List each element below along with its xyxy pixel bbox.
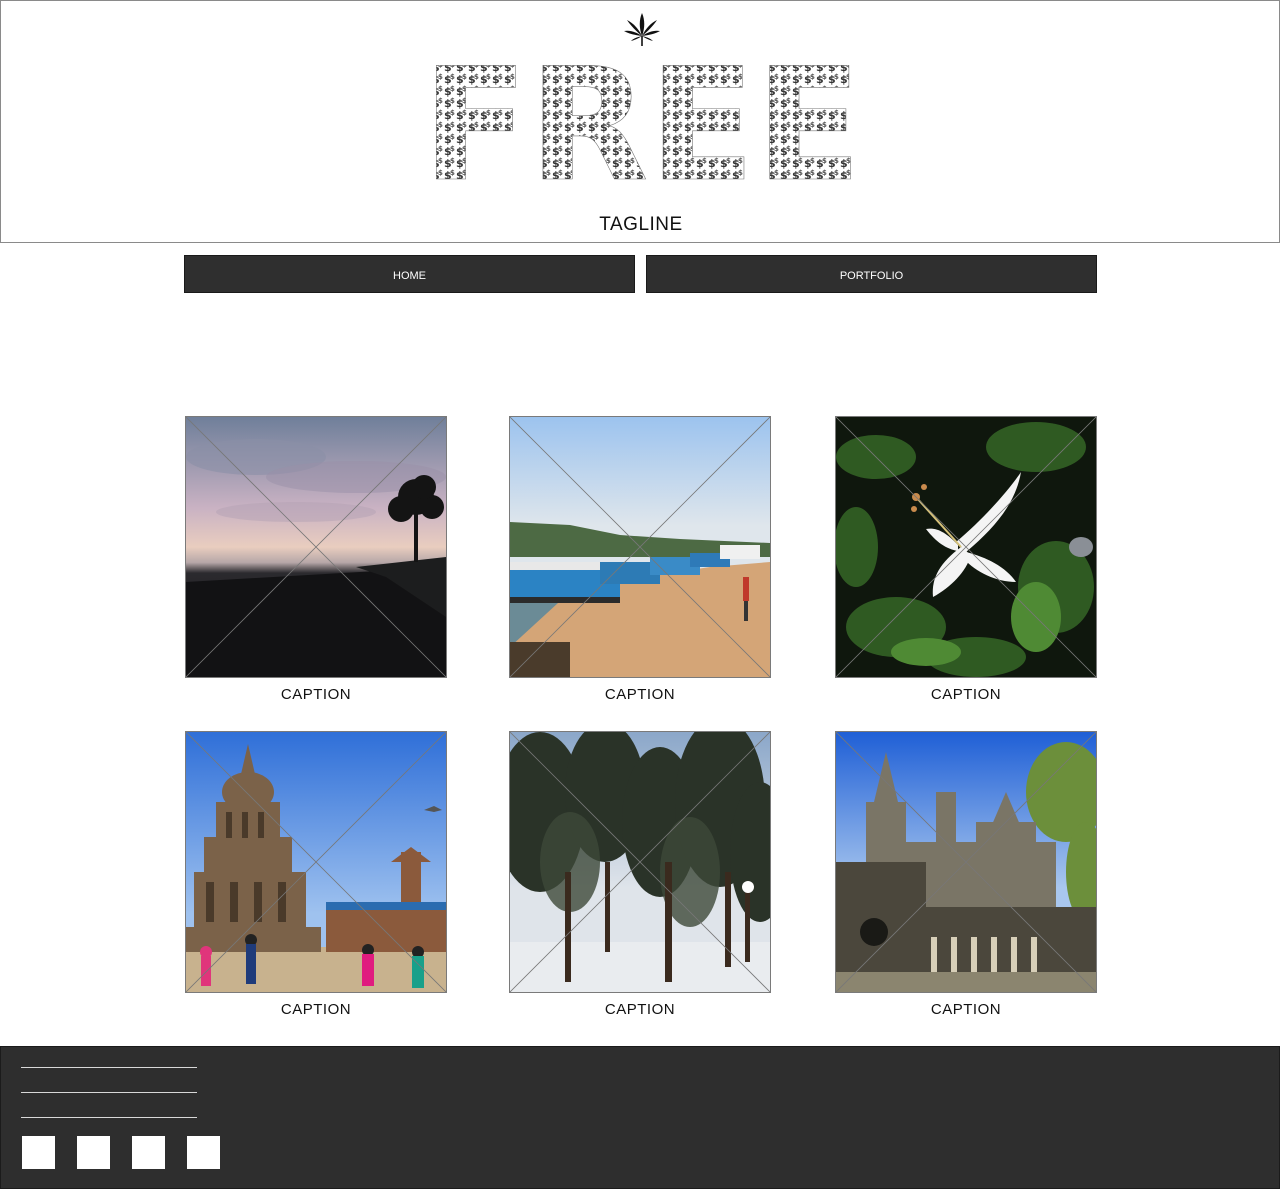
footer-link-line-3[interactable]: [21, 1117, 197, 1118]
nav-portfolio-button[interactable]: PORTFOLIO: [646, 255, 1097, 293]
social-icon-2[interactable]: [77, 1136, 110, 1169]
logo-text: FREE: [422, 61, 862, 185]
social-icon-3[interactable]: [132, 1136, 165, 1169]
site-footer: [0, 1046, 1280, 1189]
social-icon-4[interactable]: [187, 1136, 220, 1169]
social-icon-1[interactable]: [22, 1136, 55, 1169]
gallery-item-4[interactable]: [185, 731, 447, 993]
gallery-caption-2: CAPTION: [604, 686, 676, 703]
gallery-item-1[interactable]: [185, 416, 447, 678]
placeholder-cross-icon: [510, 732, 770, 992]
gallery-item-2[interactable]: [509, 416, 771, 678]
gallery-item-6[interactable]: [835, 731, 1097, 993]
gallery-caption-1: CAPTION: [280, 686, 352, 703]
gallery-item-3[interactable]: [835, 416, 1097, 678]
site-logo[interactable]: $ $ FREE: [419, 61, 865, 185]
placeholder-cross-icon: [186, 417, 446, 677]
gallery-item-5[interactable]: [509, 731, 771, 993]
gallery-caption-5: CAPTION: [604, 1001, 676, 1018]
nav-home-button[interactable]: HOME: [184, 255, 635, 293]
placeholder-cross-icon: [510, 417, 770, 677]
site-header: $ $ FREE TAGLINE: [0, 0, 1280, 243]
gallery-caption-4: CAPTION: [280, 1001, 352, 1018]
placeholder-cross-icon: [186, 732, 446, 992]
footer-link-line-2[interactable]: [21, 1092, 197, 1093]
tagline: TAGLINE: [599, 214, 683, 235]
placeholder-cross-icon: [836, 732, 1096, 992]
footer-link-line-1[interactable]: [21, 1067, 197, 1068]
placeholder-cross-icon: [836, 417, 1096, 677]
gallery-caption-3: CAPTION: [930, 686, 1002, 703]
gallery-caption-6: CAPTION: [930, 1001, 1002, 1018]
cannabis-leaf-icon: [624, 13, 660, 46]
